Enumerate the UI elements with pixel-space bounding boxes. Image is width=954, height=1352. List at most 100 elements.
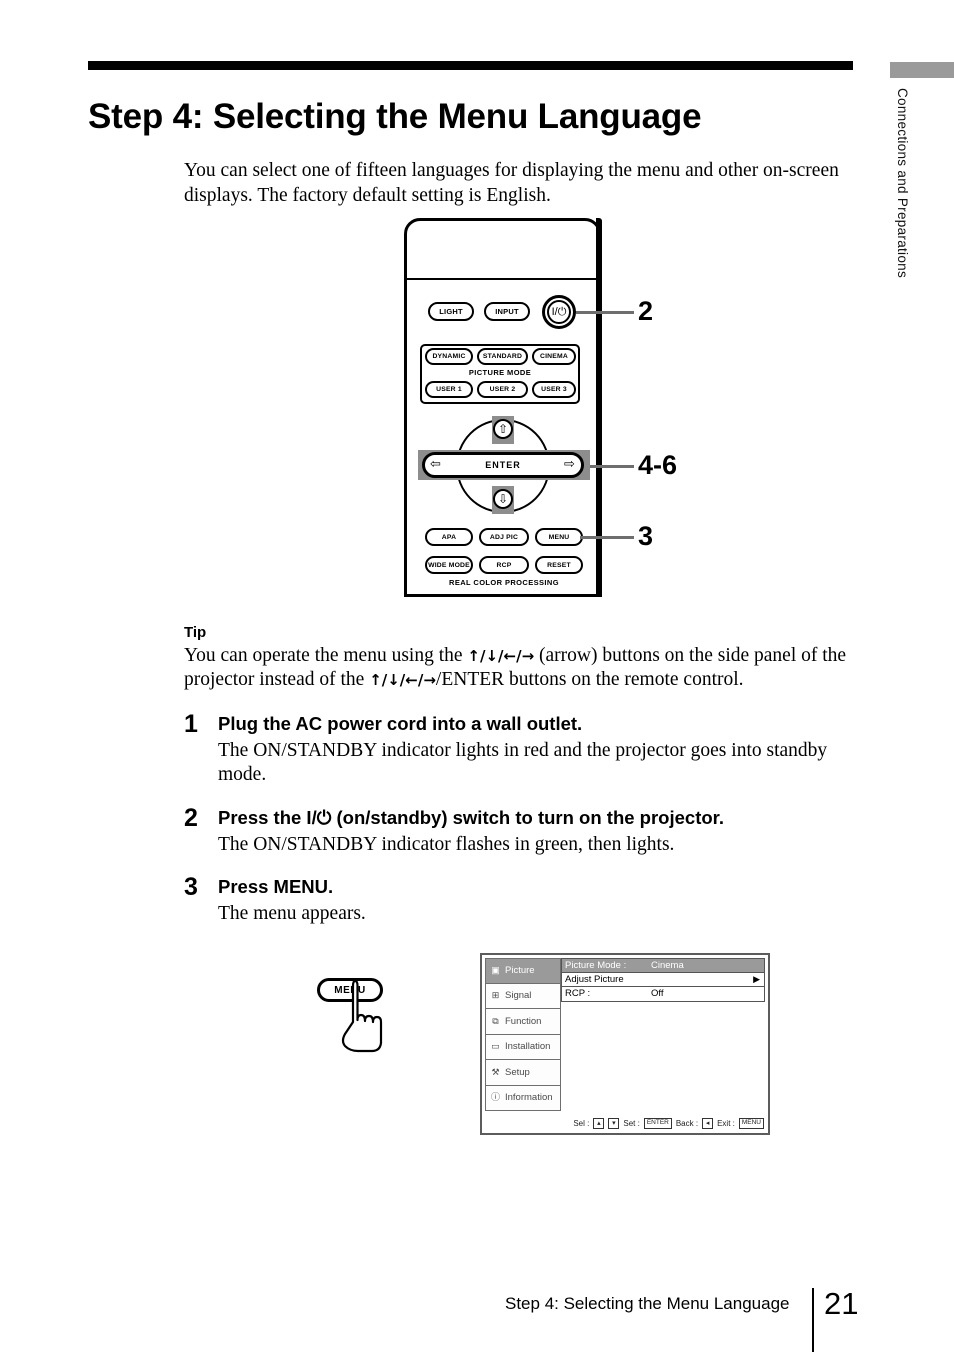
callout-number-pad: 4-6 bbox=[638, 450, 678, 480]
side-tab-label: Connections and Preparations bbox=[895, 88, 910, 279]
osd-row-adjust-picture[interactable]: Adjust Picture ▶ bbox=[561, 972, 765, 987]
function-icon: ⧉ bbox=[492, 1015, 499, 1026]
step-3: 3 Press MENU. The menu appears. bbox=[184, 875, 860, 926]
osd-row-rcp[interactable]: RCP : Off bbox=[561, 987, 765, 1002]
osd-status-key-down: ▾ bbox=[608, 1118, 620, 1129]
remote-down-arrow-button[interactable]: ⇩ bbox=[493, 489, 513, 509]
step-2-heading: Press the I/⏻ (on/standby) switch to tur… bbox=[218, 806, 860, 830]
remote-adj-pic-button[interactable]: ADJ PIC bbox=[479, 528, 529, 546]
osd-sidebar-item-picture[interactable]: ▣ Picture bbox=[485, 958, 561, 984]
tip-arrows-1: ↑/↓/←/→ bbox=[467, 647, 535, 665]
tip-title: Tip bbox=[184, 624, 207, 641]
remote-user1-button[interactable]: USER 1 bbox=[425, 381, 473, 398]
osd-menu-screenshot: ▣ Picture ⊞ Signal ⧉ Function ▭ Installa… bbox=[480, 953, 770, 1135]
information-icon: ⓘ bbox=[490, 1092, 500, 1103]
tip-arrows-2: ↑/↓/←/→ bbox=[369, 671, 436, 689]
page-number: 21 bbox=[824, 1286, 859, 1321]
heading-rule bbox=[88, 61, 853, 70]
step-1-number: 1 bbox=[184, 710, 198, 738]
osd-sidebar-item-information[interactable]: ⓘ Information bbox=[485, 1085, 561, 1111]
remote-standard-button[interactable]: STANDARD bbox=[477, 348, 528, 365]
osd-sidebar-item-installation[interactable]: ▭ Installation bbox=[485, 1034, 561, 1060]
osd-row-picture-mode[interactable]: Picture Mode : Cinema bbox=[561, 958, 765, 973]
page-title: Step 4: Selecting the Menu Language bbox=[88, 97, 702, 137]
step-2: 2 Press the I/⏻ (on/standby) switch to t… bbox=[184, 806, 860, 857]
signal-icon: ⊞ bbox=[491, 990, 500, 1001]
intro-paragraph: You can select one of fifteen languages … bbox=[184, 159, 839, 206]
osd-sidebar-label-setup: Setup bbox=[505, 1066, 530, 1078]
footer-divider bbox=[812, 1288, 814, 1352]
remote-rcp-button[interactable]: RCP bbox=[479, 556, 529, 574]
remote-input-button[interactable]: INPUT bbox=[484, 302, 530, 321]
osd-status-sel-label: Sel : bbox=[573, 1119, 590, 1128]
remote-light-button[interactable]: LIGHT bbox=[428, 302, 474, 321]
callout-number-menu: 3 bbox=[638, 521, 654, 551]
remote-apa-button[interactable]: APA bbox=[425, 528, 473, 546]
osd-status-exit-label: Exit : bbox=[717, 1119, 735, 1128]
remote-cinema-button[interactable]: CINEMA bbox=[532, 348, 576, 365]
installation-icon: ▭ bbox=[491, 1041, 500, 1052]
step-3-number: 3 bbox=[184, 873, 198, 901]
osd-sidebar-label-picture: Picture bbox=[505, 965, 535, 977]
hand-pointer-icon bbox=[341, 979, 383, 1053]
remote-wide-mode-button[interactable]: WIDE MODE bbox=[425, 556, 473, 574]
tip-line2-post: /ENTER buttons on the remote control. bbox=[435, 669, 744, 690]
osd-status-set-label: Set : bbox=[623, 1119, 640, 1128]
osd-content-pane: Picture Mode : Cinema Adjust Picture ▶ R… bbox=[561, 958, 765, 1113]
power-icon: I/⏻ bbox=[547, 300, 571, 324]
osd-sidebar: ▣ Picture ⊞ Signal ⧉ Function ▭ Installa… bbox=[485, 958, 561, 1113]
osd-sidebar-label-installation: Installation bbox=[505, 1041, 551, 1053]
remote-power-button[interactable]: I/⏻ bbox=[542, 295, 576, 329]
picture-icon: ▣ bbox=[491, 965, 500, 976]
osd-sidebar-label-information: Information bbox=[505, 1092, 553, 1104]
callout-line-power bbox=[576, 311, 634, 314]
osd-sidebar-label-function: Function bbox=[505, 1015, 542, 1027]
dpad-area: ⇧ ⇩ ENTER ⇦ ⇨ bbox=[404, 414, 602, 519]
remote-enter-button[interactable]: ENTER bbox=[422, 452, 584, 478]
osd-row-label-rcp: RCP : bbox=[565, 988, 591, 1000]
tip-block: Tip You can operate the menu using the ↑… bbox=[184, 624, 856, 692]
remote-reset-button[interactable]: RESET bbox=[535, 556, 583, 574]
remote-right-arrow-button[interactable]: ⇨ bbox=[564, 457, 575, 470]
remote-up-arrow-button[interactable]: ⇧ bbox=[493, 419, 513, 439]
osd-row-value-rcp: Off bbox=[651, 988, 664, 1000]
tip-body: You can operate the menu using the ↑/↓/←… bbox=[184, 644, 856, 692]
step-1: 1 Plug the AC power cord into a wall out… bbox=[184, 712, 860, 787]
remote-enter-label: ENTER bbox=[485, 460, 521, 470]
step-2-number: 2 bbox=[184, 804, 198, 832]
osd-status-key-up: ▴ bbox=[593, 1118, 605, 1129]
footer-title: Step 4: Selecting the Menu Language bbox=[505, 1294, 790, 1313]
osd-sidebar-item-setup[interactable]: ⚒ Setup bbox=[485, 1060, 561, 1086]
remote-divider bbox=[407, 278, 598, 280]
side-tab-block bbox=[890, 62, 954, 78]
remote-user3-button[interactable]: USER 3 bbox=[532, 381, 576, 398]
remote-menu-button[interactable]: MENU bbox=[535, 528, 583, 546]
osd-status-key-back: ◂ bbox=[702, 1118, 714, 1129]
remote-left-arrow-button[interactable]: ⇦ bbox=[430, 457, 441, 470]
remote-right-edge bbox=[596, 218, 602, 597]
step-2-body: The ON/STANDBY indicator flashes in gree… bbox=[218, 834, 675, 855]
step-1-heading: Plug the AC power cord into a wall outle… bbox=[218, 713, 583, 734]
real-color-processing-label: REAL COLOR PROCESSING bbox=[449, 578, 559, 587]
picture-mode-label: PICTURE MODE bbox=[468, 368, 532, 377]
callout-line-menu bbox=[580, 536, 634, 539]
callout-line-pad bbox=[590, 465, 634, 468]
step-2-heading-pre: Press the I/ bbox=[218, 807, 317, 828]
remote-dynamic-button[interactable]: DYNAMIC bbox=[425, 348, 473, 365]
tip-line1-post: (arrow) buttons on the side panel of bbox=[534, 645, 818, 666]
osd-sidebar-item-signal[interactable]: ⊞ Signal bbox=[485, 983, 561, 1009]
callout-number-power: 2 bbox=[638, 296, 654, 326]
osd-status-back-label: Back : bbox=[675, 1119, 699, 1128]
osd-row-label-picture-mode: Picture Mode : bbox=[565, 959, 627, 971]
remote-control-figure: LIGHT INPUT I/⏻ DYNAMIC STANDARD CINEMA … bbox=[404, 218, 704, 603]
setup-icon: ⚒ bbox=[491, 1066, 500, 1077]
osd-status-key-menu: MENU bbox=[738, 1118, 764, 1129]
osd-status-bar: Sel : ▴ ▾ Set : ENTER Back : ◂ Exit : ME… bbox=[482, 1118, 764, 1129]
osd-row-label-adjust-picture: Adjust Picture bbox=[565, 973, 624, 985]
step-1-body: The ON/STANDBY indicator lights in red a… bbox=[218, 740, 828, 785]
osd-sidebar-item-function[interactable]: ⧉ Function bbox=[485, 1009, 561, 1035]
tip-line1-pre: You can operate the menu using the bbox=[184, 645, 468, 666]
side-tab: Connections and Preparations bbox=[890, 62, 954, 362]
menu-press-illustration: MENU bbox=[312, 978, 408, 1054]
remote-user2-button[interactable]: USER 2 bbox=[477, 381, 528, 398]
